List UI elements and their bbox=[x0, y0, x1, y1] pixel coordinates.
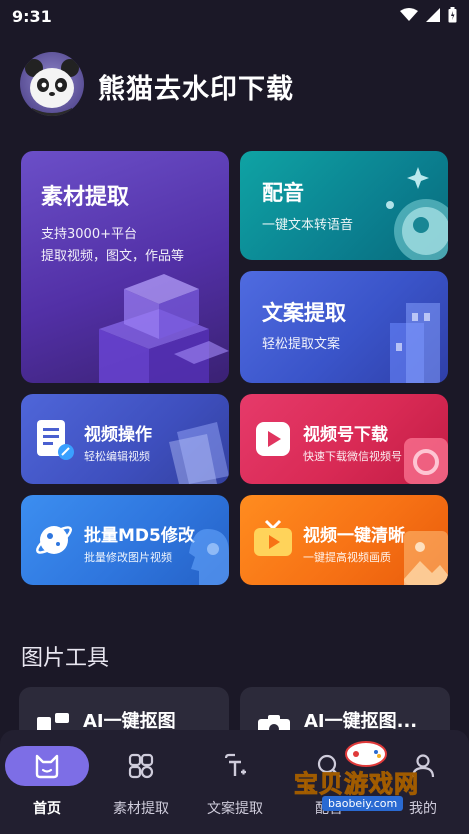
system-icons bbox=[400, 7, 457, 23]
video-play-icon bbox=[256, 422, 290, 456]
card-title: 视频号下载 bbox=[303, 425, 388, 445]
card-title: 文案提取 bbox=[262, 301, 346, 325]
card-subtitle: 一键文本转语音 bbox=[262, 218, 354, 233]
status-time: 9:31 bbox=[12, 7, 52, 26]
card-title: 视频操作 bbox=[84, 425, 152, 445]
head-profile-illustration bbox=[189, 529, 229, 585]
watermark-text: 宝贝游戏网 bbox=[294, 770, 419, 799]
video-operation-card[interactable]: 视频操作 轻松编辑视频 bbox=[21, 394, 229, 484]
card-subtitle: 快速下载微信视频号 bbox=[303, 450, 402, 463]
material-extract-card[interactable]: 素材提取 支持3000+平台 提取视频，图文，作品等 bbox=[21, 151, 229, 383]
image-frame-illustration bbox=[404, 531, 448, 585]
section-title-image-tools: 图片工具 bbox=[21, 646, 110, 671]
home-cat-icon bbox=[35, 754, 59, 779]
battery-icon bbox=[448, 7, 457, 23]
tv-icon bbox=[254, 519, 292, 556]
app-title: 熊猫去水印下载 bbox=[98, 74, 294, 105]
camera-illustration bbox=[404, 438, 448, 484]
panda-icon bbox=[25, 59, 79, 116]
avatar[interactable] bbox=[20, 52, 84, 116]
papers-illustration bbox=[169, 422, 229, 484]
text-extract-icon bbox=[224, 753, 246, 776]
card-subtitle: 批量修改图片视频 bbox=[84, 551, 172, 564]
card-title: 配音 bbox=[262, 181, 304, 205]
status-bar: 9:31 bbox=[0, 0, 469, 34]
video-hd-card[interactable]: 视频一键清晰 一键提高视频画质 bbox=[240, 495, 448, 585]
wechat-video-download-card[interactable]: 视频号下载 快速下载微信视频号 bbox=[240, 394, 448, 484]
building-icon bbox=[390, 303, 440, 383]
wifi-icon bbox=[400, 8, 418, 21]
nav-label: 首页 bbox=[33, 801, 61, 817]
dubbing-card[interactable]: 配音 一键文本转语音 bbox=[240, 151, 448, 260]
nav-item-material[interactable]: 素材提取 bbox=[94, 730, 188, 834]
copy-extract-card[interactable]: 文案提取 轻松提取文案 bbox=[240, 271, 448, 383]
card-title: 批量MD5修改 bbox=[84, 526, 195, 546]
nav-label: 素材提取 bbox=[113, 801, 169, 817]
nav-label: 文案提取 bbox=[207, 801, 263, 817]
card-subtitle: 提取视频，图文，作品等 bbox=[41, 249, 185, 264]
card-subtitle: 轻松编辑视频 bbox=[84, 450, 150, 463]
card-title: 素材提取 bbox=[41, 185, 130, 210]
nav-item-copy[interactable]: 文案提取 bbox=[188, 730, 282, 834]
card-subtitle: 一键提高视频画质 bbox=[303, 551, 391, 564]
watermark-url: baobeiy.com bbox=[322, 796, 404, 811]
cube-stack-illustration bbox=[99, 274, 229, 383]
batch-md5-card[interactable]: 批量MD5修改 批量修改图片视频 bbox=[21, 495, 229, 585]
nav-item-home[interactable]: 首页 bbox=[0, 730, 94, 834]
material-icon bbox=[128, 753, 154, 779]
signal-icon bbox=[426, 8, 440, 22]
planet-ring-icon bbox=[36, 526, 72, 554]
card-subtitle: 轻松提取文案 bbox=[262, 337, 341, 352]
watermark: 宝贝游戏网 baobeiy.com bbox=[292, 740, 442, 820]
document-edit-icon bbox=[37, 420, 74, 460]
planet-icon bbox=[386, 167, 448, 260]
card-subtitle: 支持3000+平台 bbox=[41, 227, 137, 242]
card-title: 视频一键清晰 bbox=[303, 526, 405, 546]
